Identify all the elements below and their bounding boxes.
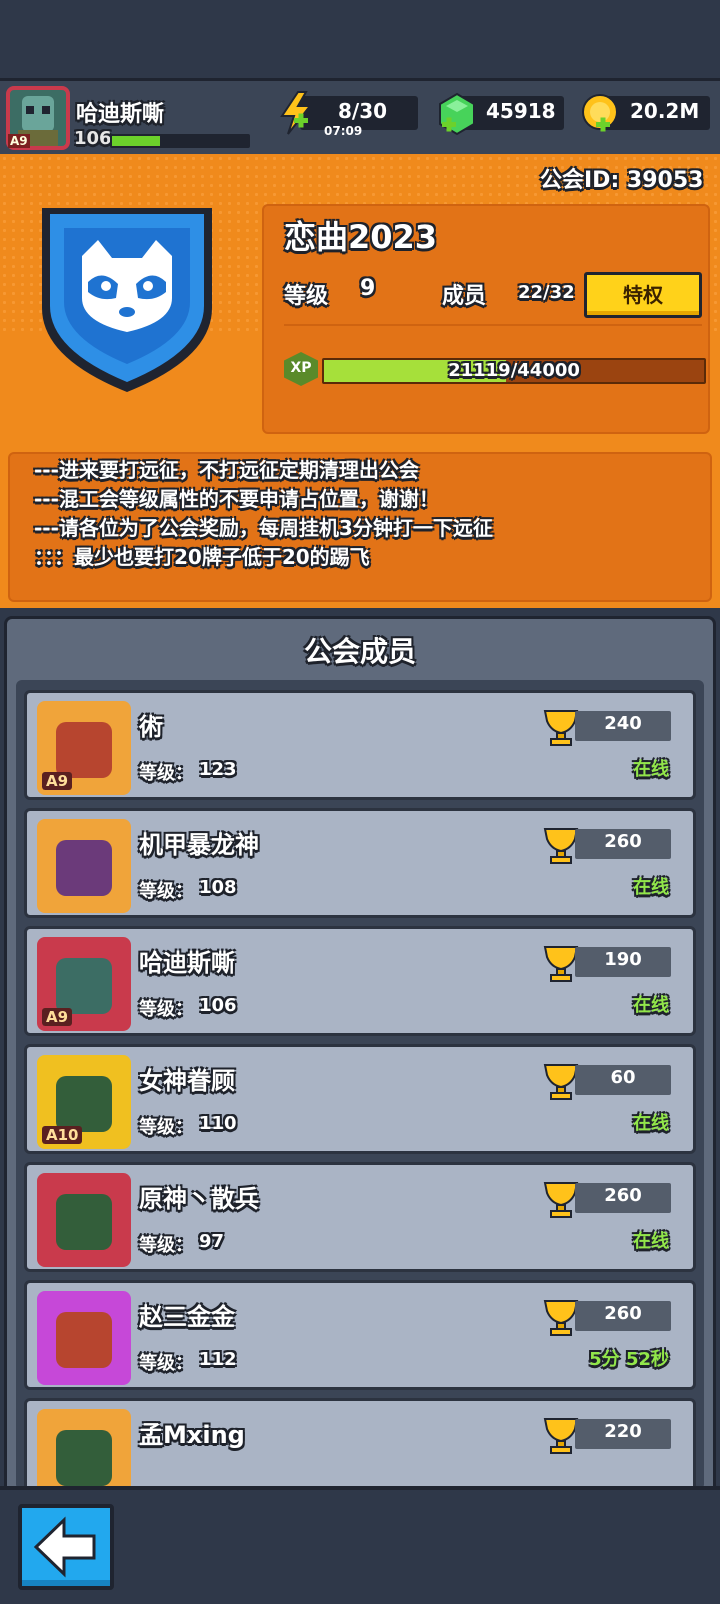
member-level: 110	[199, 1113, 237, 1134]
member-trophies: 260	[604, 1185, 642, 1206]
member-name: 原神丶散兵	[139, 1185, 259, 1213]
guild-level-value: 9	[360, 276, 376, 301]
member-card[interactable]: A9 哈迪斯嘶 等级： 106 190 在线	[24, 926, 696, 1036]
member-card[interactable]: A9 術 等级： 123 240 在线	[24, 690, 696, 800]
energy-timer: 07:09	[324, 124, 363, 138]
guild-id: 公会ID: 39053	[540, 168, 704, 193]
player-xp-fill	[112, 136, 160, 146]
member-avatar	[37, 1173, 131, 1267]
member-card[interactable]: 孟Mxing 等级： 220	[24, 1398, 696, 1490]
guild-xp-text: 21119/44000	[448, 360, 580, 381]
members-title: 公会成员	[303, 635, 416, 668]
notice-line: ---请各位为了公会奖励，每周挂机3分钟打一下远征	[34, 516, 493, 540]
energy-value: 8/30	[338, 99, 388, 123]
guild-name: 恋曲2023	[284, 218, 438, 256]
member-level: 106	[199, 995, 237, 1016]
member-trophies: 190	[604, 949, 642, 970]
member-level-label: 等级：	[139, 1117, 193, 1138]
member-face	[56, 722, 112, 778]
member-avatar	[37, 819, 131, 913]
member-level: 112	[199, 1349, 237, 1370]
member-face	[56, 958, 112, 1014]
back-arrow-icon	[33, 1516, 96, 1578]
member-name: 女神眷顾	[139, 1067, 235, 1095]
member-level-label: 等级：	[139, 1353, 193, 1374]
member-card[interactable]: 原神丶散兵 等级： 97 260 在线	[24, 1162, 696, 1272]
member-trophies: 60	[610, 1067, 636, 1088]
member-face	[56, 1076, 112, 1132]
member-level-label: 等级：	[139, 1235, 193, 1256]
member-name: 孟Mxing	[139, 1421, 245, 1449]
member-trophies: 220	[604, 1421, 642, 1442]
member-status: 在线	[633, 995, 669, 1016]
member-name: 机甲暴龙神	[139, 831, 259, 859]
member-name: 哈迪斯嘶	[139, 949, 235, 977]
divider	[284, 324, 702, 326]
members-list[interactable]: A9 術 等级： 123 240 在线 机甲暴龙神 等级： 108 260 在线…	[16, 680, 704, 1490]
guild-level-label: 等级	[284, 284, 329, 309]
member-status: 在线	[633, 877, 669, 898]
player-name: 哈迪斯嘶	[76, 102, 165, 127]
member-face	[56, 840, 112, 896]
member-level: 123	[199, 759, 237, 780]
member-rank-badge: A9	[42, 1008, 73, 1026]
green-gem-icon	[439, 92, 475, 136]
member-status: 在线	[633, 1231, 669, 1252]
member-avatar: A9	[37, 701, 131, 795]
member-card[interactable]: 赵三金金 等级： 112 260 5分 52秒	[24, 1280, 696, 1390]
notice-line: ：：：最少也要打20牌子低于20的踢飞	[34, 545, 370, 569]
member-avatar: A9	[37, 937, 131, 1031]
member-avatar	[37, 1291, 131, 1385]
member-card[interactable]: 机甲暴龙神 等级： 108 260 在线	[24, 808, 696, 918]
notice-line: ---进来要打远征，不打远征定期清理出公会	[34, 458, 419, 482]
member-rank-badge: A9	[42, 772, 73, 790]
member-avatar: A10	[37, 1055, 131, 1149]
player-rank-badge: A9	[8, 134, 30, 148]
member-name: 赵三金金	[139, 1303, 235, 1331]
member-trophies: 260	[604, 1303, 642, 1324]
xp-badge-label: XP	[290, 360, 312, 376]
notice-line: ---混工会等级属性的不要申请占位置，谢谢！	[34, 487, 439, 511]
member-level: 108	[199, 877, 237, 898]
member-status: 5分 52秒	[589, 1349, 669, 1370]
member-trophies: 260	[604, 831, 642, 852]
member-face	[56, 1194, 112, 1250]
player-level: 106	[74, 128, 112, 149]
lightning-icon	[280, 91, 313, 135]
member-level-label: 等级：	[139, 881, 193, 902]
guild-members-label: 成员	[442, 284, 487, 309]
member-level-label: 等级：	[139, 999, 193, 1020]
gems-value: 45918	[486, 99, 556, 123]
coins-value: 20.2M	[630, 99, 700, 123]
member-card[interactable]: A10 女神眷顾 等级： 110 60 在线	[24, 1044, 696, 1154]
member-face	[56, 1430, 112, 1486]
privilege-button[interactable]: 特权	[584, 272, 702, 318]
guild-members-count: 22/32	[518, 282, 575, 303]
member-level-label: 等级：	[139, 763, 193, 784]
member-status: 在线	[633, 759, 669, 780]
member-face	[56, 1312, 112, 1368]
back-button[interactable]	[18, 1504, 114, 1590]
member-level: 97	[199, 1231, 225, 1252]
member-trophies: 240	[604, 713, 642, 734]
member-status: 在线	[633, 1113, 669, 1134]
member-name: 術	[139, 713, 163, 741]
raccoon-shield-icon	[42, 208, 212, 392]
member-avatar	[37, 1409, 131, 1490]
gold-coin-icon	[582, 94, 618, 132]
player-xp-bar	[110, 134, 250, 148]
member-rank-badge: A10	[42, 1126, 83, 1144]
